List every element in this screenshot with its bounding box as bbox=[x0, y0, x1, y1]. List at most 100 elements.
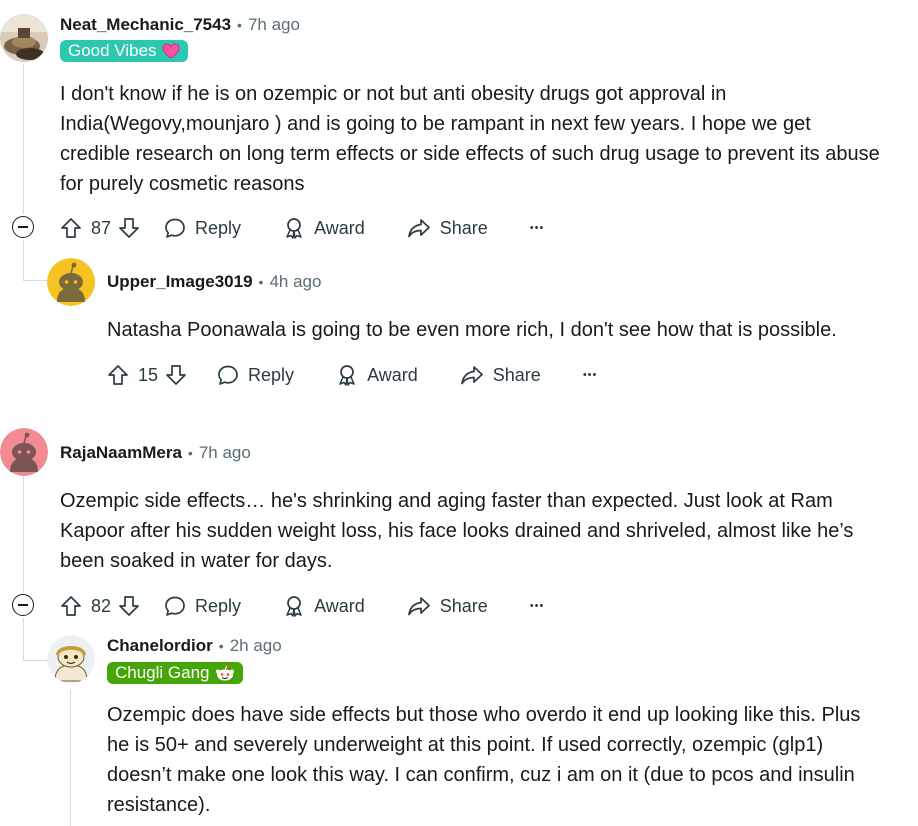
thread-line bbox=[70, 690, 71, 826]
avatar[interactable] bbox=[47, 635, 95, 683]
comment-line: been soaked in water for days. bbox=[60, 550, 333, 572]
upvote-icon bbox=[61, 596, 81, 616]
more-icon: ••• bbox=[529, 222, 545, 234]
share-button[interactable]: Share bbox=[407, 217, 488, 239]
comment-header: Upper_Image3019 • 4h ago bbox=[107, 271, 321, 293]
username[interactable]: RajaNaamMera bbox=[60, 443, 182, 463]
thread-line bbox=[23, 618, 24, 660]
reply-button[interactable]: Reply bbox=[164, 217, 241, 239]
share-button[interactable]: Share bbox=[407, 595, 488, 617]
upvote-button[interactable] bbox=[60, 595, 82, 617]
timestamp[interactable]: 4h ago bbox=[269, 272, 321, 292]
upvote-button[interactable] bbox=[107, 364, 129, 386]
award-button[interactable]: Award bbox=[283, 217, 365, 239]
comment-actions: 87 Reply Award Share ••• bbox=[60, 211, 544, 245]
more-options-button[interactable]: ••• bbox=[583, 369, 598, 381]
comment-line: doesn’t make one look this way. I can co… bbox=[107, 764, 855, 786]
comment-header: RajaNaamMera • 7h ago bbox=[60, 442, 251, 464]
share-label: Share bbox=[439, 595, 488, 616]
thread-line bbox=[23, 476, 24, 593]
more-options-button[interactable]: ••• bbox=[530, 222, 545, 234]
minus-icon bbox=[18, 226, 28, 228]
comment-line: for purely cosmetic reasons bbox=[60, 173, 305, 195]
downvote-button[interactable] bbox=[118, 595, 140, 617]
collapse-thread-button[interactable] bbox=[12, 216, 34, 238]
comment-body: Ozempic side effects… he's shrinking and… bbox=[60, 486, 918, 576]
comment-actions: 82 Reply Award Share ••• bbox=[60, 589, 544, 623]
separator: • bbox=[187, 445, 193, 461]
share-icon bbox=[460, 366, 483, 385]
collapse-thread-button[interactable] bbox=[12, 594, 34, 616]
comment-actions: 15 Reply Award Share ••• bbox=[107, 358, 597, 392]
upvote-button[interactable] bbox=[60, 217, 82, 239]
downvote-button[interactable] bbox=[165, 364, 187, 386]
reply-button[interactable]: Reply bbox=[217, 364, 294, 386]
thread-line bbox=[23, 64, 24, 214]
downvote-icon bbox=[119, 596, 139, 616]
timestamp[interactable]: 2h ago bbox=[230, 636, 282, 656]
reply-label: Reply bbox=[195, 217, 242, 238]
heart-icon bbox=[162, 43, 180, 59]
downvote-icon bbox=[166, 365, 186, 385]
user-flair: Chugli Gang bbox=[107, 662, 243, 684]
flair-label: Good Vibes bbox=[68, 41, 157, 60]
reply-label: Reply bbox=[248, 364, 295, 385]
share-icon bbox=[407, 219, 430, 238]
timestamp[interactable]: 7h ago bbox=[199, 443, 251, 463]
award-icon bbox=[339, 365, 355, 386]
share-label: Share bbox=[439, 217, 488, 238]
username[interactable]: Neat_Mechanic_7543 bbox=[60, 15, 231, 35]
avatar[interactable] bbox=[0, 428, 48, 476]
comment-line: he is 50+ and severely underweight at th… bbox=[107, 734, 824, 756]
comment-line: Ozempic side effects… he's shrinking and… bbox=[60, 490, 833, 512]
thread-line bbox=[23, 660, 47, 661]
award-label: Award bbox=[314, 595, 365, 616]
share-icon bbox=[407, 597, 430, 616]
reply-button[interactable]: Reply bbox=[164, 595, 241, 617]
reply-icon bbox=[218, 365, 238, 385]
upvote-icon bbox=[108, 365, 128, 385]
minus-icon bbox=[18, 604, 28, 606]
reply-icon bbox=[165, 218, 185, 238]
thread-line bbox=[23, 240, 24, 280]
award-label: Award bbox=[367, 364, 418, 385]
vote-count: 15 bbox=[138, 364, 159, 385]
share-button[interactable]: Share bbox=[460, 364, 541, 386]
comment-header: Neat_Mechanic_7543 • 7h ago bbox=[60, 14, 300, 36]
vote-count: 87 bbox=[91, 217, 112, 238]
flair-label: Chugli Gang bbox=[115, 663, 210, 682]
snoo-icon bbox=[215, 664, 235, 682]
avatar[interactable] bbox=[0, 14, 48, 62]
award-icon bbox=[286, 218, 302, 239]
reply-icon bbox=[165, 596, 185, 616]
comment-body: I don't know if he is on ozempic or not … bbox=[60, 79, 918, 199]
comment-line: credible research on long term effects o… bbox=[60, 143, 880, 165]
more-options-button[interactable]: ••• bbox=[530, 600, 545, 612]
user-flair: Good Vibes bbox=[60, 40, 188, 62]
comment-line: resistance). bbox=[107, 794, 211, 816]
downvote-icon bbox=[119, 218, 139, 238]
upvote-icon bbox=[61, 218, 81, 238]
more-icon: ••• bbox=[529, 600, 545, 612]
avatar[interactable] bbox=[47, 258, 95, 306]
vote-count: 82 bbox=[91, 595, 112, 616]
separator: • bbox=[258, 274, 264, 290]
reply-label: Reply bbox=[195, 595, 242, 616]
comment-line: India(Wegovy,mounjaro ) and is going to … bbox=[60, 113, 811, 135]
comment-header: Chanelordior • 2h ago bbox=[107, 635, 282, 657]
award-label: Award bbox=[314, 217, 365, 238]
more-icon: ••• bbox=[582, 369, 598, 381]
downvote-button[interactable] bbox=[118, 217, 140, 239]
share-label: Share bbox=[492, 364, 541, 385]
timestamp[interactable]: 7h ago bbox=[248, 15, 300, 35]
comment-line: Kapoor after his sudden weight loss, his… bbox=[60, 520, 854, 542]
separator: • bbox=[218, 638, 224, 654]
separator: • bbox=[237, 17, 242, 33]
thread-line bbox=[23, 280, 47, 281]
award-button[interactable]: Award bbox=[283, 595, 365, 617]
username[interactable]: Upper_Image3019 bbox=[107, 272, 253, 292]
comment-line: Natasha Poonawala is going to be even mo… bbox=[107, 319, 837, 341]
award-button[interactable]: Award bbox=[336, 364, 418, 386]
comment-body: Ozempic does have side effects but those… bbox=[107, 700, 918, 820]
username[interactable]: Chanelordior bbox=[107, 636, 213, 656]
